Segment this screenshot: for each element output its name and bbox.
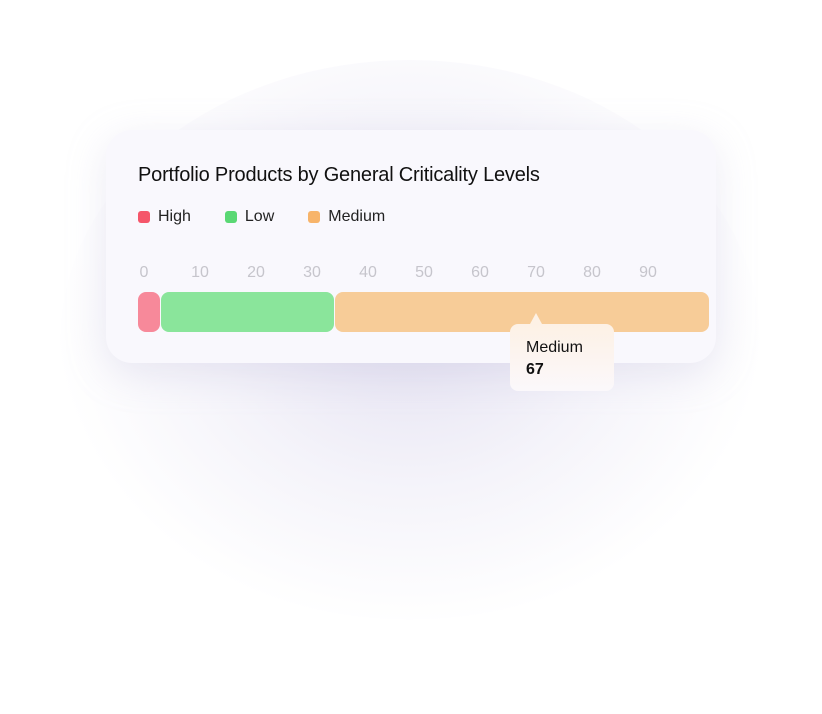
tooltip: Medium 67 — [510, 313, 614, 391]
legend-swatch-medium — [308, 211, 321, 223]
x-tick-label: 50 — [415, 264, 433, 281]
legend-label-high: High — [158, 208, 191, 225]
x-tick-label: 10 — [191, 264, 209, 281]
bar-segment-high[interactable] — [138, 292, 161, 332]
legend-item-medium[interactable]: Medium — [308, 208, 385, 226]
tooltip-label: Medium — [526, 339, 583, 356]
x-tick-label: 80 — [583, 264, 601, 281]
legend-item-high[interactable]: High — [138, 208, 191, 226]
x-tick-label: 30 — [303, 264, 321, 281]
x-tick-label: 60 — [471, 264, 489, 281]
legend-label-low: Low — [244, 208, 275, 225]
x-tick-label: 90 — [639, 264, 657, 281]
tooltip-arrow — [530, 313, 542, 324]
chart-card: Portfolio Products by General Criticalit… — [106, 130, 716, 391]
legend-item-low[interactable]: Low — [224, 208, 275, 226]
legend-swatch-high — [138, 211, 150, 223]
legend: High Low Medium — [138, 208, 419, 226]
x-tick-label: 20 — [247, 264, 265, 281]
x-tick-label: 0 — [139, 264, 149, 281]
legend-swatch-low — [224, 211, 237, 223]
x-tick-label: 70 — [527, 264, 545, 281]
x-tick-label: 40 — [359, 264, 377, 281]
chart-title: Portfolio Products by General Criticalit… — [138, 164, 540, 186]
bar-segment-low[interactable] — [161, 292, 334, 332]
legend-label-medium: Medium — [328, 208, 386, 225]
tooltip-value: 67 — [526, 361, 544, 378]
